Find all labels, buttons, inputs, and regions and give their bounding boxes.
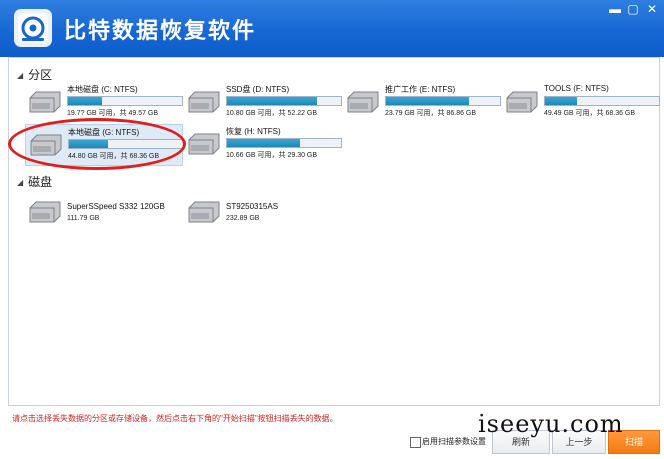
usage-bar bbox=[67, 96, 183, 106]
usage-bar bbox=[544, 96, 660, 106]
instruction-text: 请点击选择丢失数据的分区或存储设备，然后点击右下角的"开始扫描"按钮扫描丢失的数… bbox=[12, 414, 338, 423]
partition-item-f[interactable]: TOOLS (F: NTFS) 49.49 GB 可用，共 68.36 GB bbox=[502, 82, 660, 122]
disk-item-ssd[interactable]: SuperSSpeed S332 120GB 111.79 GB bbox=[25, 192, 181, 232]
partition-info: 10.80 GB 可用，共 52.22 GB bbox=[226, 110, 318, 117]
partition-info: 23.79 GB 可用，共 86.86 GB bbox=[385, 110, 477, 117]
drive-recovery-logo-icon bbox=[14, 9, 52, 47]
title-bar: 比特数据恢复软件 ▬ ▢ ✕ bbox=[0, 0, 664, 57]
partition-name: 推广工作 (E: NTFS) bbox=[385, 85, 456, 94]
partition-name: TOOLS (F: NTFS) bbox=[544, 84, 609, 93]
disk-size: 111.79 GB bbox=[67, 215, 100, 222]
hard-drive-icon bbox=[29, 201, 61, 223]
app-title: 比特数据恢复软件 bbox=[64, 18, 257, 43]
disk-name: ST9250315AS bbox=[226, 202, 279, 211]
scan-settings-checkbox[interactable] bbox=[410, 437, 421, 448]
usage-bar bbox=[226, 96, 342, 106]
usage-bar bbox=[385, 96, 501, 106]
hard-drive-icon bbox=[188, 133, 220, 155]
hard-drive-icon bbox=[188, 91, 220, 113]
partition-info: 10.66 GB 可用，共 29.30 GB bbox=[226, 152, 318, 159]
disk-size: 232.89 GB bbox=[226, 215, 260, 222]
partition-name: 本地磁盘 (C: NTFS) bbox=[67, 85, 138, 94]
partitions-header[interactable]: ◢ 分区 bbox=[17, 66, 52, 83]
hard-drive-icon bbox=[29, 91, 61, 113]
maximize-button[interactable]: ▢ bbox=[624, 2, 642, 16]
partition-item-d[interactable]: SSD盘 (D: NTFS) 10.80 GB 可用，共 52.22 GB bbox=[184, 82, 342, 122]
partition-item-h[interactable]: 恢复 (H: NTFS) 10.66 GB 可用，共 29.30 GB bbox=[184, 124, 342, 164]
disk-item-hdd[interactable]: ST9250315AS 232.89 GB bbox=[184, 192, 340, 232]
hard-drive-icon bbox=[188, 201, 220, 223]
collapse-triangle-icon: ◢ bbox=[17, 71, 24, 80]
hard-drive-icon bbox=[347, 91, 379, 113]
partition-name: 恢复 (H: NTFS) bbox=[226, 127, 281, 136]
device-panel: ◢ 分区 本地磁盘 (C: NTFS) 19.7? GB 可用，共 49.57 G… bbox=[8, 57, 660, 406]
scan-settings-label: 启用扫描参数设置 bbox=[422, 437, 486, 446]
hard-drive-icon bbox=[506, 91, 538, 113]
partition-item-e[interactable]: 推广工作 (E: NTFS) 23.79 GB 可用，共 86.86 GB bbox=[343, 82, 501, 122]
highlight-circle bbox=[8, 118, 186, 170]
app-window: 比特数据恢复软件 ▬ ▢ ✕ ◢ 分区 本地磁盘 (C: NTFS) 19.7? … bbox=[0, 0, 664, 459]
watermark-text: iseeyu.com bbox=[478, 410, 624, 438]
close-button[interactable]: ✕ bbox=[643, 2, 661, 16]
collapse-triangle-icon: ◢ bbox=[17, 178, 24, 187]
partition-item-c[interactable]: 本地磁盘 (C: NTFS) 19.7? GB 可用，共 49.57 GB bbox=[25, 82, 183, 122]
minimize-button[interactable]: ▬ bbox=[606, 2, 624, 16]
disk-name: SuperSSpeed S332 120GB bbox=[67, 202, 165, 211]
partition-info: 19.7? GB 可用，共 49.57 GB bbox=[67, 110, 159, 117]
partition-info: 49.49 GB 可用，共 68.36 GB bbox=[544, 110, 636, 117]
disks-header[interactable]: ◢ 磁盘 bbox=[17, 173, 52, 190]
usage-bar bbox=[226, 138, 342, 148]
partition-name: SSD盘 (D: NTFS) bbox=[226, 85, 290, 94]
